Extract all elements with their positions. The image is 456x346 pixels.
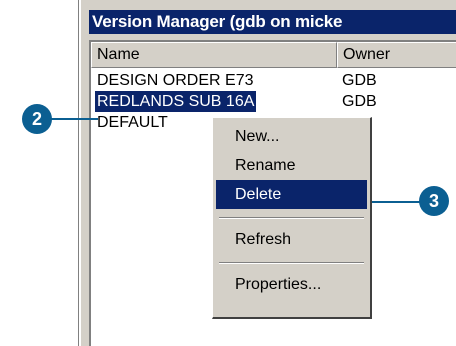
menu-item-refresh[interactable]: Refresh bbox=[216, 225, 367, 254]
window-title: Version Manager (gdb on micke bbox=[92, 12, 343, 31]
menu-item-rename[interactable]: Rename bbox=[216, 151, 367, 180]
callout-step-3-number: 3 bbox=[428, 191, 439, 211]
version-name: REDLANDS SUB 16A bbox=[95, 91, 257, 112]
column-header-name[interactable]: Name bbox=[91, 42, 337, 68]
callout-step-3: 3 bbox=[419, 186, 449, 216]
menu-item-new[interactable]: New... bbox=[216, 122, 367, 151]
menu-item-delete[interactable]: Delete bbox=[216, 180, 367, 209]
version-owner: GDB bbox=[342, 93, 377, 110]
menu-item-label: Delete bbox=[235, 186, 282, 203]
screenshot-stage: Version Manager (gdb on micke Name Owner… bbox=[0, 0, 456, 346]
menu-item-label: Properties... bbox=[235, 276, 322, 293]
column-header-owner[interactable]: Owner bbox=[337, 42, 456, 68]
column-header-owner-label: Owner bbox=[343, 46, 391, 63]
menu-item-label: New... bbox=[235, 128, 280, 145]
context-menu: New... Rename Delete Refresh Properties.… bbox=[212, 117, 372, 319]
window-title-bar[interactable]: Version Manager (gdb on micke bbox=[89, 10, 456, 34]
version-name: DEFAULT bbox=[97, 114, 168, 131]
column-header-name-label: Name bbox=[97, 46, 140, 63]
version-row-design-order-e73[interactable]: DESIGN ORDER E73 GDB bbox=[91, 70, 456, 91]
callout-step-2: 2 bbox=[22, 104, 52, 134]
version-name: DESIGN ORDER E73 bbox=[97, 72, 254, 89]
list-header: Name Owner bbox=[91, 42, 456, 68]
menu-item-label: Rename bbox=[235, 157, 296, 174]
menu-item-label: Refresh bbox=[235, 231, 292, 248]
menu-separator bbox=[219, 262, 364, 264]
window-border bbox=[79, 0, 81, 346]
callout-step-2-number: 2 bbox=[31, 109, 42, 129]
version-owner: GDB bbox=[342, 72, 377, 89]
menu-separator bbox=[219, 217, 364, 219]
version-row-redlands-sub-16a[interactable]: REDLANDS SUB 16A GDB bbox=[91, 91, 456, 112]
callout-3-leader-line bbox=[372, 201, 424, 203]
menu-item-properties[interactable]: Properties... bbox=[216, 270, 367, 299]
